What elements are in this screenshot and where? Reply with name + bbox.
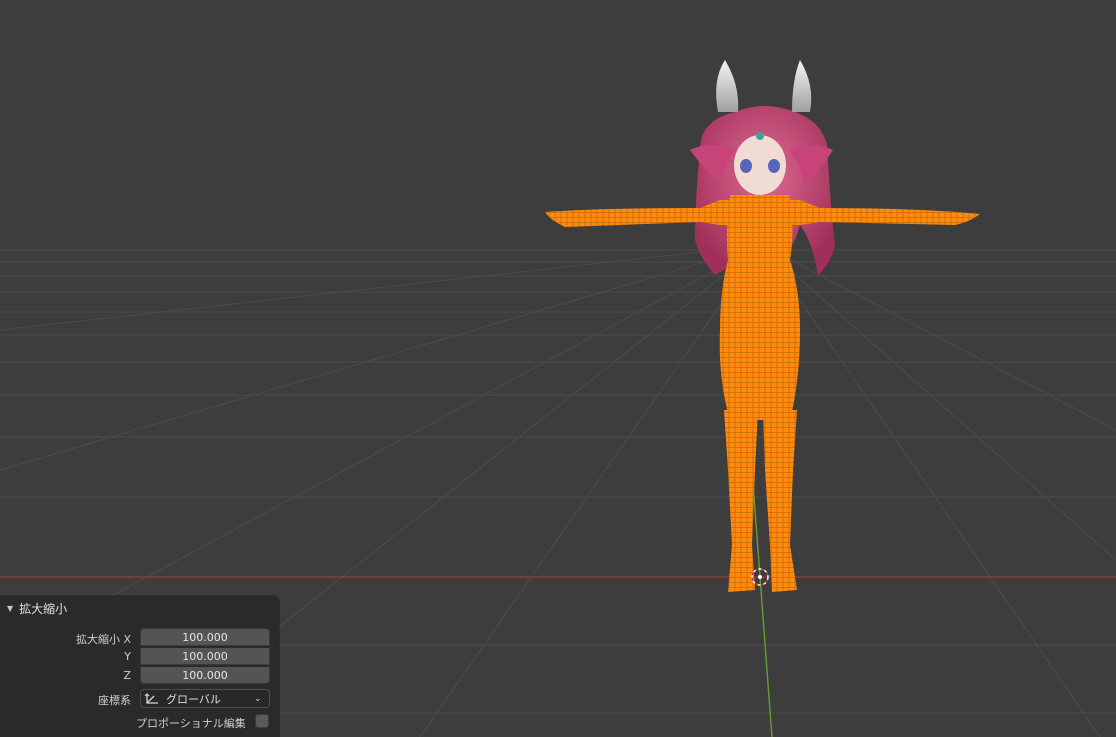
adjust-last-operation-panel: ▼ 拡大縮小 拡大縮小 X 100.000 Y 100.000 Z 100.00… — [0, 596, 279, 737]
scale-x-row: 拡大縮小 X 100.000 — [0, 628, 279, 647]
chevron-down-icon: ⌄ — [254, 693, 262, 704]
scale-y-label: Y — [124, 650, 131, 663]
panel-header[interactable]: ▼ 拡大縮小 — [7, 600, 67, 616]
scale-z-field[interactable]: 100.000 — [140, 666, 270, 684]
scale-z-row: Z 100.000 — [0, 666, 279, 685]
scale-y-field[interactable]: 100.000 — [140, 647, 270, 665]
scale-y-row: Y 100.000 — [0, 647, 279, 666]
ears — [716, 60, 812, 112]
panel-title: 拡大縮小 — [19, 601, 68, 616]
character-model[interactable] — [545, 60, 980, 592]
global-orientation-icon — [144, 692, 158, 704]
orientation-dropdown[interactable]: グローバル ⌄ — [140, 689, 270, 708]
orientation-row: 座標系 グローバル ⌄ — [0, 689, 279, 708]
selected-mesh-body[interactable] — [545, 195, 980, 592]
scale-x-label: 拡大縮小 X — [75, 633, 131, 646]
orientation-label: 座標系 — [98, 694, 131, 707]
orientation-value: グローバル — [166, 692, 221, 706]
scale-z-label: Z — [123, 669, 131, 682]
scale-x-field[interactable]: 100.000 — [140, 628, 270, 646]
proportional-edit-label: プロポーショナル編集 — [136, 717, 246, 730]
proportional-edit-row: プロポーショナル編集 — [0, 712, 279, 731]
proportional-edit-checkbox[interactable] — [255, 714, 269, 728]
collapse-triangle-icon[interactable]: ▼ — [7, 604, 13, 613]
